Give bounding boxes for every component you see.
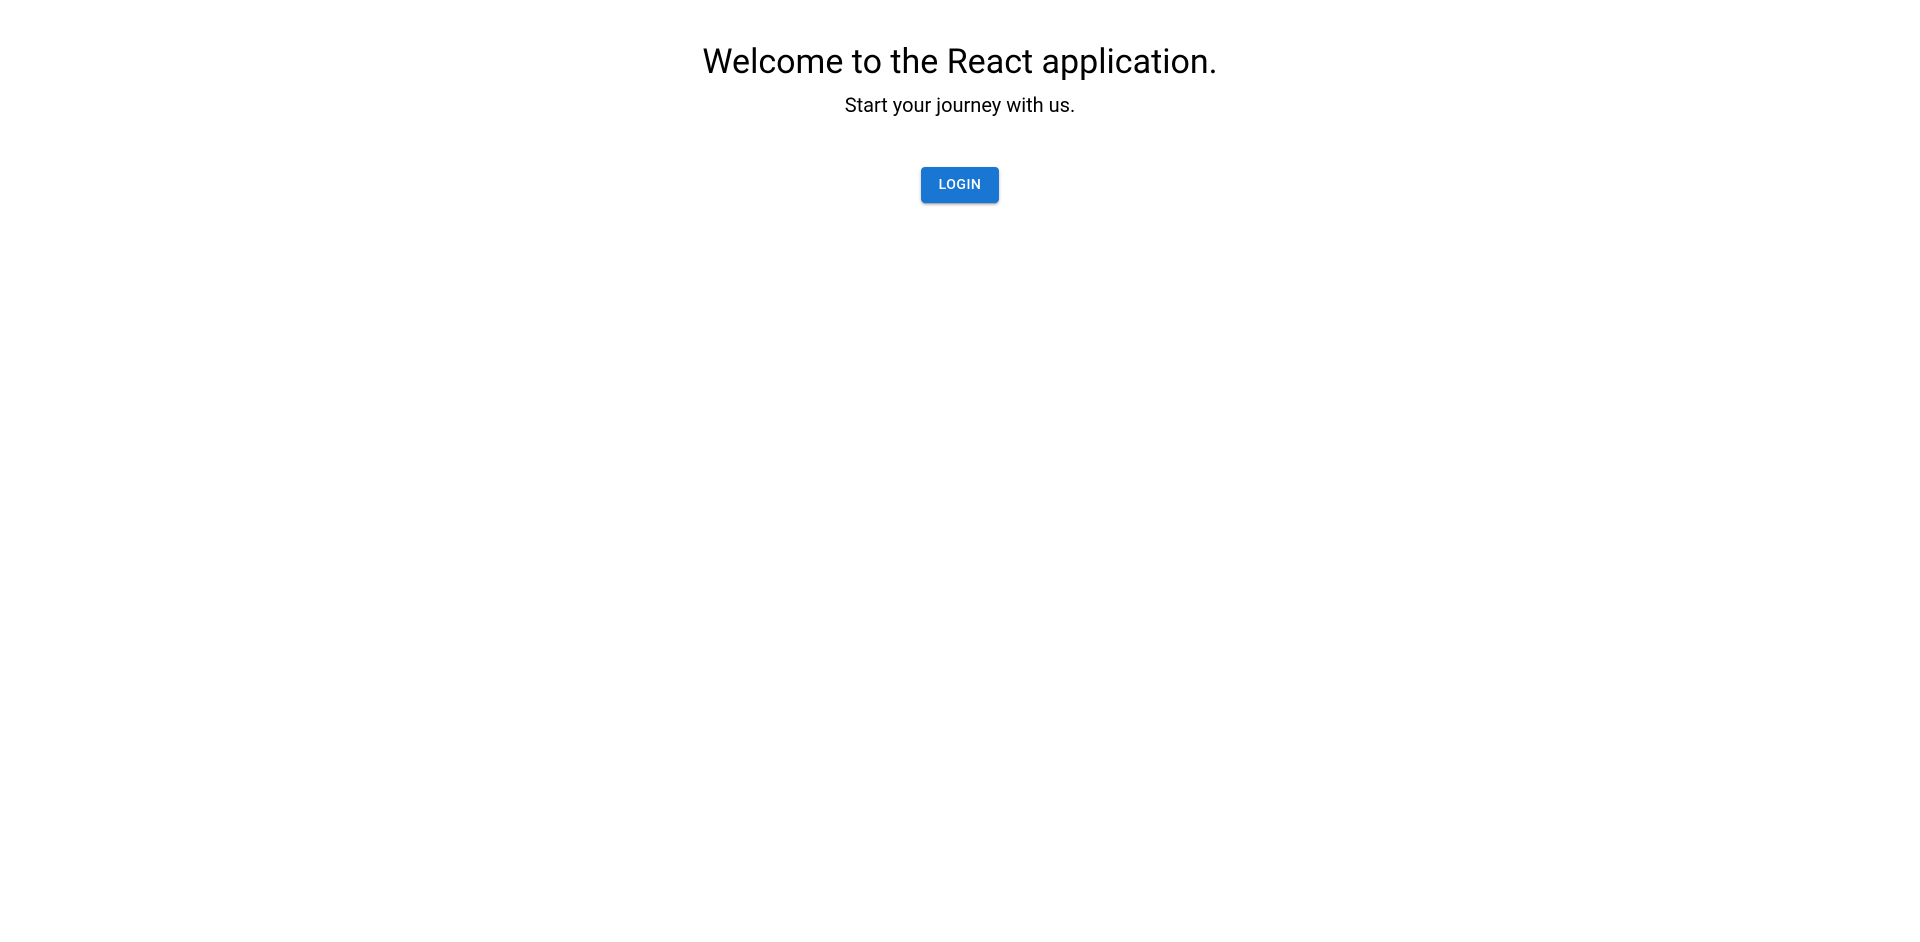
login-button[interactable]: LOGIN xyxy=(921,167,1000,203)
hero-container: Welcome to the React application. Start … xyxy=(0,0,1920,203)
page-title: Welcome to the React application. xyxy=(702,42,1217,83)
page-subtitle: Start your journey with us. xyxy=(845,91,1076,119)
